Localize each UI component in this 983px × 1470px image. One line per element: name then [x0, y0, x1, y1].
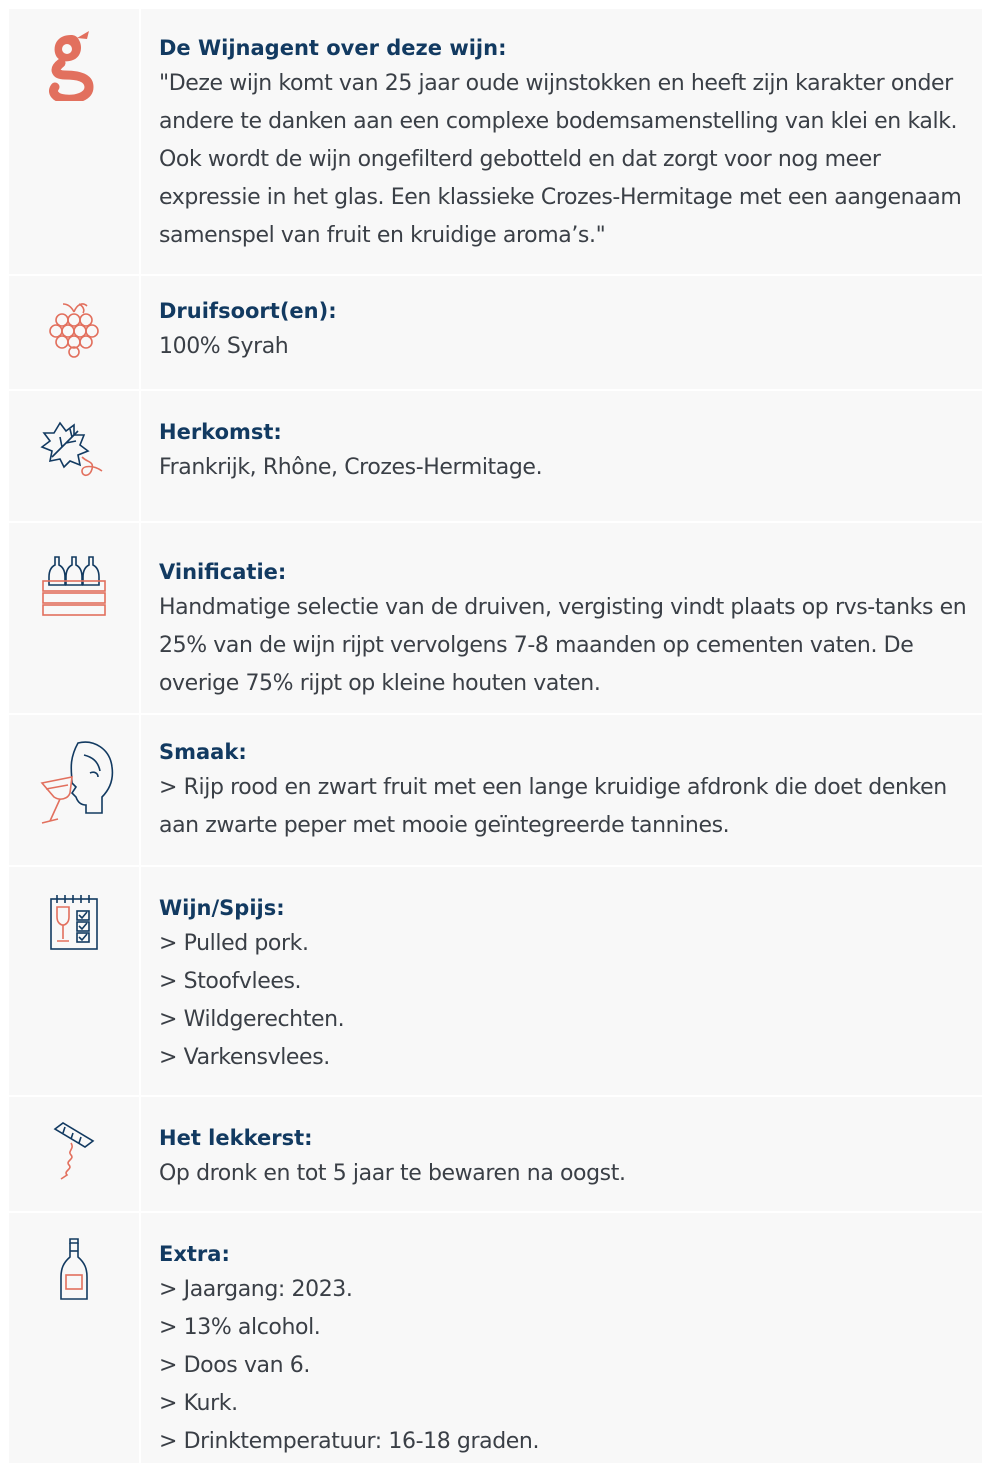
list-item: > Stoofvlees. — [159, 969, 302, 994]
row-heading: Wijn/Spijs: — [159, 896, 285, 920]
list-item: > Drinktemperatuur: 16-18 graden. — [159, 1429, 540, 1454]
wine-details-table: De Wijnagent over deze wijn: "Deze wijn … — [9, 9, 982, 1463]
list-item: > Kurk. — [159, 1391, 238, 1416]
icon-cell — [9, 276, 141, 389]
wine-crate-icon — [41, 553, 107, 619]
text-cell: Herkomst: Frankrijk, Rhône, Crozes-Hermi… — [141, 391, 982, 521]
corkscrew-icon — [51, 1119, 97, 1181]
row-heading: De Wijnagent over deze wijn: — [159, 36, 507, 60]
row-body: 100% Syrah — [159, 334, 289, 359]
row-heading: Herkomst: — [159, 420, 282, 444]
list-item: > Varkensvlees. — [159, 1045, 330, 1070]
text-cell: Vinificatie: Handmatige selectie van de … — [141, 523, 982, 713]
row-heading: Druifsoort(en): — [159, 299, 337, 323]
row-heading: Vinificatie: — [159, 560, 287, 584]
brand-g-logo-icon — [49, 29, 99, 101]
row-body: Op dronk en tot 5 jaar te bewaren na oog… — [159, 1161, 626, 1186]
list-item: > Wildgerechten. — [159, 1007, 345, 1032]
row-heading: Het lekkerst: — [159, 1126, 313, 1150]
vine-leaf-icon — [38, 417, 110, 483]
tasting-face-icon — [32, 737, 116, 835]
row-body: > Jaargang: 2023. > 13% alcohol. > Doos … — [159, 1271, 972, 1461]
text-cell: Het lekkerst: Op dronk en tot 5 jaar te … — [141, 1097, 982, 1211]
detail-row-herkomst: Herkomst: Frankrijk, Rhône, Crozes-Hermi… — [9, 391, 982, 523]
text-cell: Druifsoort(en): 100% Syrah — [141, 276, 982, 389]
grapes-icon — [49, 300, 99, 358]
detail-row-extra: Extra: > Jaargang: 2023. > 13% alcohol. … — [9, 1213, 982, 1463]
detail-row-wijnagent: De Wijnagent over deze wijn: "Deze wijn … — [9, 9, 982, 276]
icon-cell — [9, 867, 141, 1095]
icon-cell — [9, 391, 141, 521]
row-body: "Deze wijn komt van 25 jaar oude wijnsto… — [159, 71, 962, 248]
detail-row-wijn-spijs: Wijn/Spijs: > Pulled pork. > Stoofvlees.… — [9, 867, 982, 1097]
list-item: > Jaargang: 2023. — [159, 1277, 353, 1302]
list-item: > Pulled pork. — [159, 931, 309, 956]
detail-row-het-lekkerst: Het lekkerst: Op dronk en tot 5 jaar te … — [9, 1097, 982, 1213]
detail-row-smaak: Smaak: > Rijp rood en zwart fruit met ee… — [9, 715, 982, 867]
row-body: > Rijp rood en zwart fruit met een lange… — [159, 775, 947, 838]
icon-cell — [9, 1213, 141, 1463]
icon-cell — [9, 1097, 141, 1211]
text-cell: Extra: > Jaargang: 2023. > 13% alcohol. … — [141, 1213, 982, 1463]
icon-cell — [9, 715, 141, 865]
detail-row-vinificatie: Vinificatie: Handmatige selectie van de … — [9, 523, 982, 715]
row-body: > Pulled pork. > Stoofvlees. > Wildgerec… — [159, 925, 972, 1077]
row-body: Frankrijk, Rhône, Crozes-Hermitage. — [159, 455, 543, 480]
text-cell: De Wijnagent over deze wijn: "Deze wijn … — [141, 9, 982, 274]
icon-cell — [9, 523, 141, 713]
text-cell: Smaak: > Rijp rood en zwart fruit met ee… — [141, 715, 982, 865]
list-item: > 13% alcohol. — [159, 1315, 321, 1340]
wine-menu-icon — [49, 893, 99, 951]
icon-cell — [9, 9, 141, 274]
row-heading: Extra: — [159, 1242, 230, 1266]
text-cell: Wijn/Spijs: > Pulled pork. > Stoofvlees.… — [141, 867, 982, 1095]
detail-row-druifsoort: Druifsoort(en): 100% Syrah — [9, 276, 982, 391]
row-body: Handmatige selectie van de druiven, verg… — [159, 595, 967, 696]
wine-bottle-icon — [59, 1237, 89, 1303]
list-item: > Doos van 6. — [159, 1353, 310, 1378]
row-heading: Smaak: — [159, 740, 247, 764]
